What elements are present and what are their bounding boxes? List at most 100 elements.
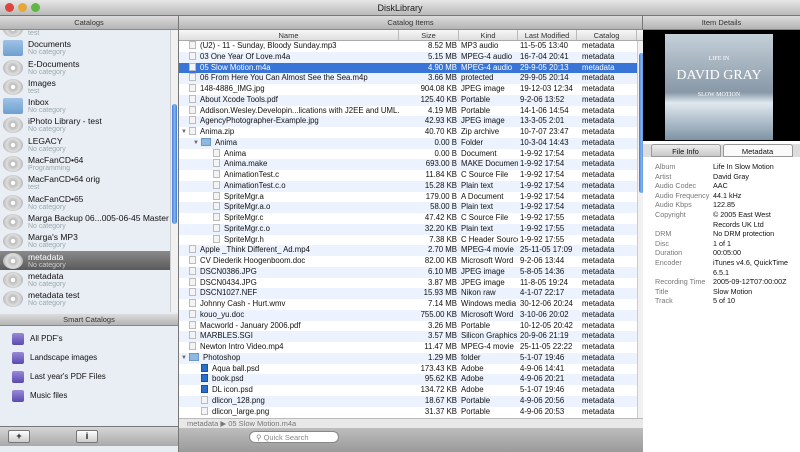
smart-catalog-item[interactable]: All PDF's	[0, 329, 178, 348]
cell-catalog: metadata	[582, 213, 615, 222]
zoom-button[interactable]	[31, 3, 40, 12]
table-row[interactable]: dlicon_large.png 31.37 KB Portable 4-9-06 2…	[179, 406, 637, 418]
disclosure-triangle[interactable]: ▼	[193, 138, 199, 149]
table-row[interactable]: Addison.Wesley.Developin...lications wit…	[179, 105, 637, 117]
cell-modified: 10-7-07 23:47	[520, 127, 569, 136]
cell-modified: 13-3-05 2:01	[520, 116, 565, 126]
catalog-item[interactable]: Marga's MP3 No category	[0, 231, 170, 250]
table-row[interactable]: 148-4886_IMG.jpg 904.08 KB JPEG image 19-12…	[179, 84, 637, 95]
table-row[interactable]: MARBLES.SGI 3.57 MB Silicon Graphics 20-9-0…	[179, 331, 637, 342]
table-row[interactable]: ▼ Photoshop 1.29 MB folder 5-1-07 19:46 metad…	[179, 352, 637, 364]
table-row[interactable]: Anima 0.00 B Document 1-9-92 17:54 metadata	[179, 148, 637, 160]
catalog-item[interactable]: MacFanCD•65 No category	[0, 193, 170, 212]
table-row[interactable]: 06 From Here You Can Almost See the Sea.…	[179, 73, 637, 84]
table-row[interactable]: DSCN0386.JPG 6.10 MB JPEG image 5-8-05 14:3…	[179, 266, 637, 278]
table-row[interactable]: DSCN1027.NEF 15.93 MB Nikon raw 4-1-07 22:1…	[179, 288, 637, 299]
catalog-item[interactable]: E-Documents No category	[0, 58, 170, 77]
metadata-value: AAC	[713, 181, 728, 191]
catalog-item[interactable]: iPhoto Library - test No category	[0, 115, 170, 134]
table-row[interactable]: SpriteMgr.a.o 58.00 B Plain text 1-9-92 17:…	[179, 202, 637, 213]
scroll-thumb[interactable]	[172, 104, 177, 224]
catalog-item[interactable]: Documents No category	[0, 38, 170, 57]
table-row[interactable]: Johnny Cash - Hurt.wmv 7.14 MB Windows med…	[179, 299, 637, 310]
window-controls	[5, 3, 40, 12]
cell-size: 15.93 MB	[423, 288, 457, 298]
column-name[interactable]: Name	[179, 30, 399, 40]
table-row[interactable]: Aqua ball.psd 173.43 KB Adobe 4-9-06 14:41 m…	[179, 363, 637, 375]
table-row[interactable]: Anima.make 693.00 B MAKE Document 1-9-92 17…	[179, 159, 637, 170]
table-row[interactable]: (U2) - 11 - Sunday, Bloody Sunday.mp3 8.5…	[179, 41, 637, 52]
catalog-item[interactable]: LEGACY No category	[0, 135, 170, 154]
tab-file-info[interactable]: File Info	[650, 144, 721, 157]
catalog-item[interactable]: MacFanCD•64 Programming	[0, 154, 170, 173]
cell-kind: Portable	[461, 406, 491, 416]
catalog-item[interactable]: Marga Backup 06...005-06-45 Master No cat…	[0, 212, 170, 231]
path-segment[interactable]: 05 Slow Motion.m4a	[228, 419, 296, 428]
table-row[interactable]: Apple _Think Different_ Ad.mp4 2.70 MB MPE…	[179, 245, 637, 256]
column-last-modified[interactable]: Last Modified	[518, 30, 577, 40]
table-row[interactable]: Macworld - January 2006.pdf 3.26 MB Portab…	[179, 320, 637, 332]
catalog-item[interactable]: MacFanCD•64 orig test	[0, 173, 170, 192]
table-row[interactable]: 05 Slow Motion.m4a 4.90 MB MPEG-4 audio 29-…	[179, 62, 637, 74]
table-row[interactable]: About Xcode Tools.pdf 125.40 KB Portable 9-…	[179, 94, 637, 106]
table-row[interactable]: SpriteMgr.h 7.38 KB C Header Source 1-9-92 …	[179, 234, 637, 246]
table-row[interactable]: ▼ Anima.zip 40.70 KB Zip archive 10-7-07 23:…	[179, 127, 637, 138]
catalog-item[interactable]: metadata No category	[0, 250, 170, 270]
table-row[interactable]: SpriteMgr.a 179.00 B A Document 1-9-92 17:5…	[179, 191, 637, 203]
table-row[interactable]: SpriteMgr.c 47.42 KB C Source File 1-9-92 1…	[179, 213, 637, 224]
item-name: Johnny Cash - Hurt.wmv	[200, 299, 286, 308]
table-row[interactable]: CV Diederik Hoogenboom.doc 82.00 KB Micros…	[179, 256, 637, 267]
smart-catalog-item[interactable]: Landscape images	[0, 348, 178, 367]
disclosure-triangle[interactable]: ▼	[181, 127, 187, 138]
tab-metadata[interactable]: Metadata	[722, 144, 793, 157]
file-icon	[201, 363, 208, 372]
table-row[interactable]: kouo_yu.doc 755.00 KB Microsoft Word 3-10-0…	[179, 309, 637, 321]
catalog-scrollbar[interactable]	[170, 30, 178, 312]
table-row[interactable]: AgencyPhotographer-Example.jpg 42.93 KB JP…	[179, 116, 637, 127]
column-catalog[interactable]: Catalog	[577, 30, 637, 40]
table-row[interactable]: dlicon_128.png 18.67 KB Portable 4-9-06 20:…	[179, 395, 637, 407]
catalog-item[interactable]: Developer CD 10 Sep 2006test	[0, 30, 170, 38]
file-icon	[189, 288, 196, 297]
path-segment[interactable]: metadata	[187, 419, 218, 428]
smart-catalog-item[interactable]: Music files	[0, 386, 178, 405]
table-row[interactable]: 03 One Year Of Love.m4a 5.15 MB MPEG-4 aud…	[179, 51, 637, 63]
info-button[interactable]: i	[76, 430, 98, 443]
table-row[interactable]: book.psd 95.62 KB Adobe 4-9-06 20:21 metadat…	[179, 374, 637, 385]
cell-name: 05 Slow Motion.m4a	[179, 62, 399, 74]
disclosure-triangle[interactable]: ▼	[181, 353, 187, 364]
catalog-item[interactable]: metadata No category	[0, 270, 170, 289]
file-icon	[213, 202, 220, 211]
table-row[interactable]: Newton Intro Video.mp4 11.47 MB MPEG-4 mov…	[179, 342, 637, 353]
cell-catalog: metadata	[582, 320, 615, 330]
table-row[interactable]: SpriteMgr.c.o 32.20 KB Plain text 1-9-92 17…	[179, 223, 637, 235]
item-name: Macworld - January 2006.pdf	[200, 320, 301, 330]
smart-catalog-item[interactable]: Last year's PDF Files	[0, 367, 178, 386]
item-name: DSCN1027.NEF	[200, 288, 258, 298]
minimize-button[interactable]	[18, 3, 27, 12]
quick-search-input[interactable]: ⚲ Quick Search	[249, 431, 339, 443]
cell-name: 03 One Year Of Love.m4a	[179, 51, 399, 63]
metadata-row: Disc 1 of 1	[643, 239, 800, 249]
column-kind[interactable]: Kind	[459, 30, 518, 40]
catalog-item[interactable]: metadata test No category	[0, 289, 170, 308]
catalog-name: Marga's MP3	[28, 232, 78, 243]
add-catalog-button[interactable]: +	[8, 430, 30, 443]
catalog-item[interactable]: Images test	[0, 77, 170, 96]
table-row[interactable]: DSCN0434.JPG 3.87 MB JPEG image 11-8-05 19:…	[179, 277, 637, 289]
table-row[interactable]: ▼ Anima 0.00 B Folder 10-3-04 14:43 metadata	[179, 137, 637, 149]
close-button[interactable]	[5, 3, 14, 12]
disc-icon	[3, 194, 23, 211]
column-size[interactable]: Size	[399, 30, 459, 40]
file-icon	[189, 309, 196, 318]
cell-catalog: metadata	[582, 277, 615, 287]
cell-size: 5.15 MB	[427, 51, 457, 61]
file-icon	[201, 374, 208, 383]
table-row[interactable]: AnimationTest.c 11.84 KB C Source File 1-9-…	[179, 170, 637, 181]
table-row[interactable]: DL icon.psd 134.72 KB Adobe 5-1-07 19:46 met…	[179, 385, 637, 396]
cell-catalog: metadata	[582, 256, 615, 265]
table-row[interactable]: AnimationTest.c.o 15.28 KB Plain text 1-9-9…	[179, 180, 637, 192]
cell-name: DSCN0434.JPG	[179, 277, 399, 289]
cell-modified: 1-9-92 17:55	[520, 213, 565, 222]
catalog-item[interactable]: Inbox No category	[0, 96, 170, 115]
